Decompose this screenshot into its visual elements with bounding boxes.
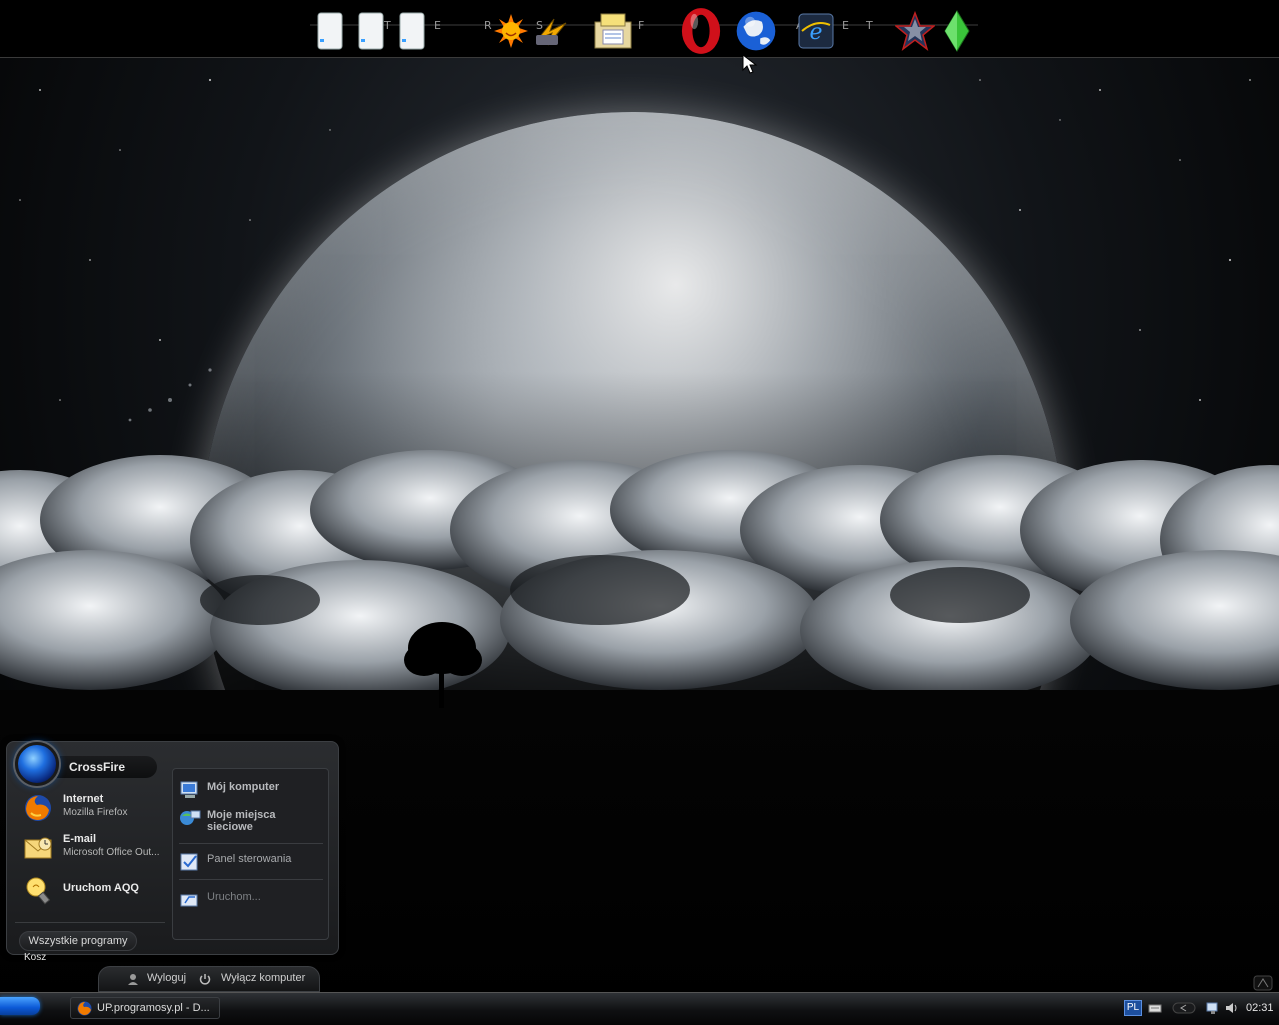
control-panel-icon <box>180 853 198 871</box>
firefox-icon <box>25 795 51 821</box>
dock-letter: E <box>842 19 849 32</box>
start-menu-separator <box>15 922 165 923</box>
start-menu: CrossFire Internet Mozilla Firefox E-mai… <box>6 741 339 955</box>
pinned-programs: Internet Mozilla Firefox E-mail Microsof… <box>13 790 171 924</box>
start-menu-places: Mój komputer Moje miejsca sieciowe Panel… <box>172 768 329 940</box>
my-computer-icon <box>180 781 198 798</box>
pinned-item-title: Uruchom AQQ <box>63 882 139 894</box>
network-tray-icon[interactable] <box>1206 1001 1220 1015</box>
user-avatar[interactable] <box>15 742 59 786</box>
recycle-bin-label[interactable]: Kosz <box>24 952 46 963</box>
start-button[interactable] <box>0 997 40 1015</box>
place-label: Panel sterowania <box>207 853 292 865</box>
taskbar-item-firefox[interactable]: UP.programosy.pl - D... <box>70 997 220 1019</box>
pinned-item-aqq[interactable]: Uruchom AQQ <box>17 872 173 908</box>
place-control-panel[interactable]: Panel sterowania <box>179 849 325 875</box>
place-label: Moje miejsca sieciowe <box>207 809 276 833</box>
place-label: Mój komputer <box>207 781 280 793</box>
system-tray: PL 02:31 <box>1118 996 1279 1022</box>
network-places-icon <box>180 810 201 825</box>
pinned-item-title: E-mail <box>63 833 97 845</box>
tree-silhouette <box>404 622 482 708</box>
opera-icon[interactable] <box>680 8 722 54</box>
language-indicator[interactable]: PL <box>1124 1000 1142 1016</box>
shutdown-button[interactable]: Wyłącz komputer <box>221 972 305 984</box>
run-icon <box>180 894 198 907</box>
firefox-icon <box>77 1001 92 1016</box>
notepad-folder-icon[interactable] <box>592 8 634 54</box>
globe-icon[interactable] <box>735 8 777 54</box>
place-my-computer[interactable]: Mój komputer <box>179 777 325 803</box>
aqq-bulb-icon <box>26 877 51 905</box>
mouse-cursor-icon <box>742 54 758 74</box>
pinned-item-email[interactable]: E-mail Microsoft Office Out... <box>17 830 173 866</box>
volume-icon[interactable] <box>1224 1001 1238 1015</box>
clock[interactable]: 02:31 <box>1246 1002 1274 1014</box>
taskbar: UP.programosy.pl - D... PL 02:31 <box>0 992 1279 1025</box>
pinned-item-internet[interactable]: Internet Mozilla Firefox <box>17 790 173 826</box>
user-name: CrossFire <box>69 760 126 774</box>
user-icon <box>128 974 138 985</box>
internet-explorer-icon[interactable]: e <box>795 8 837 54</box>
logoff-bar: Wyloguj Wyłącz komputer <box>98 966 320 992</box>
logoff-button[interactable]: Wyloguj <box>147 972 186 984</box>
pinned-item-subtitle: Microsoft Office Out... <box>63 847 160 858</box>
all-programs-button[interactable]: Wszystkie programy <box>19 931 137 951</box>
drive-icon[interactable] <box>350 8 392 54</box>
outlook-icon <box>24 837 52 859</box>
dock-letter: F <box>638 19 645 32</box>
place-run[interactable]: Uruchom... <box>179 887 325 913</box>
star-icon[interactable] <box>894 8 936 54</box>
cloud-bank <box>0 450 1279 700</box>
drive-icon[interactable] <box>391 8 433 54</box>
taskbar-item-label: UP.programosy.pl - D... <box>97 1002 210 1014</box>
sims-plumbob-icon[interactable] <box>936 8 978 54</box>
places-divider <box>179 843 323 844</box>
place-label: Uruchom... <box>207 891 261 903</box>
drive-icon[interactable] <box>309 8 351 54</box>
corner-widget-icon[interactable] <box>1253 975 1273 991</box>
place-network[interactable]: Moje miejsca sieciowe <box>179 805 325 837</box>
winamp-icon[interactable] <box>531 8 573 54</box>
dock-letter: T <box>866 19 873 32</box>
top-dock: T E R S F A E T e <box>0 0 1279 74</box>
sun-app-icon[interactable] <box>490 8 532 54</box>
keyboard-icon[interactable] <box>1148 1001 1162 1015</box>
pinned-item-title: Internet <box>63 793 104 805</box>
places-divider <box>179 879 323 880</box>
dock-letter: E <box>434 19 441 32</box>
pinned-item-subtitle: Mozilla Firefox <box>63 807 128 818</box>
power-icon <box>199 974 211 985</box>
tray-chevron-icon[interactable] <box>1172 1001 1196 1015</box>
